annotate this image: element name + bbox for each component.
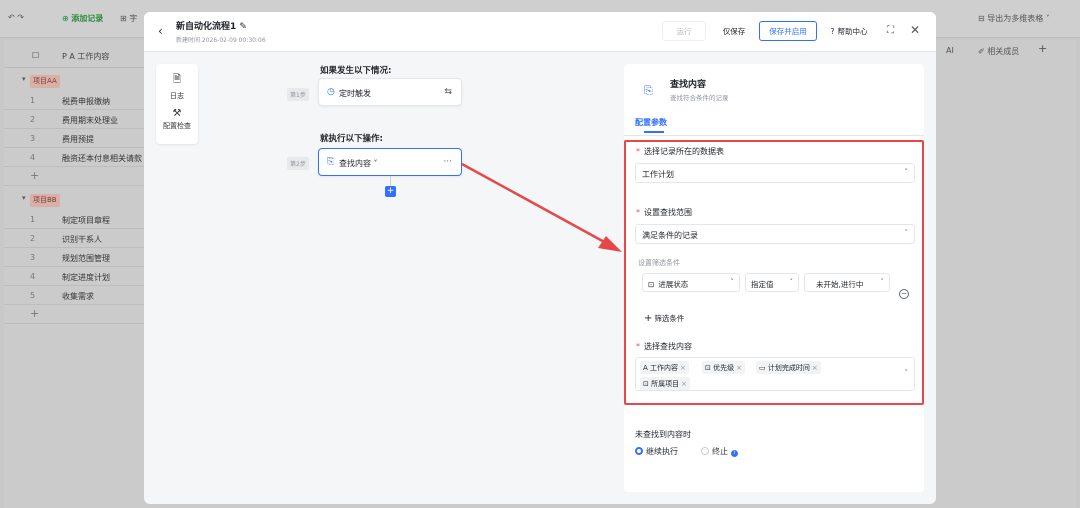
annotation-arrow	[461, 162, 622, 252]
